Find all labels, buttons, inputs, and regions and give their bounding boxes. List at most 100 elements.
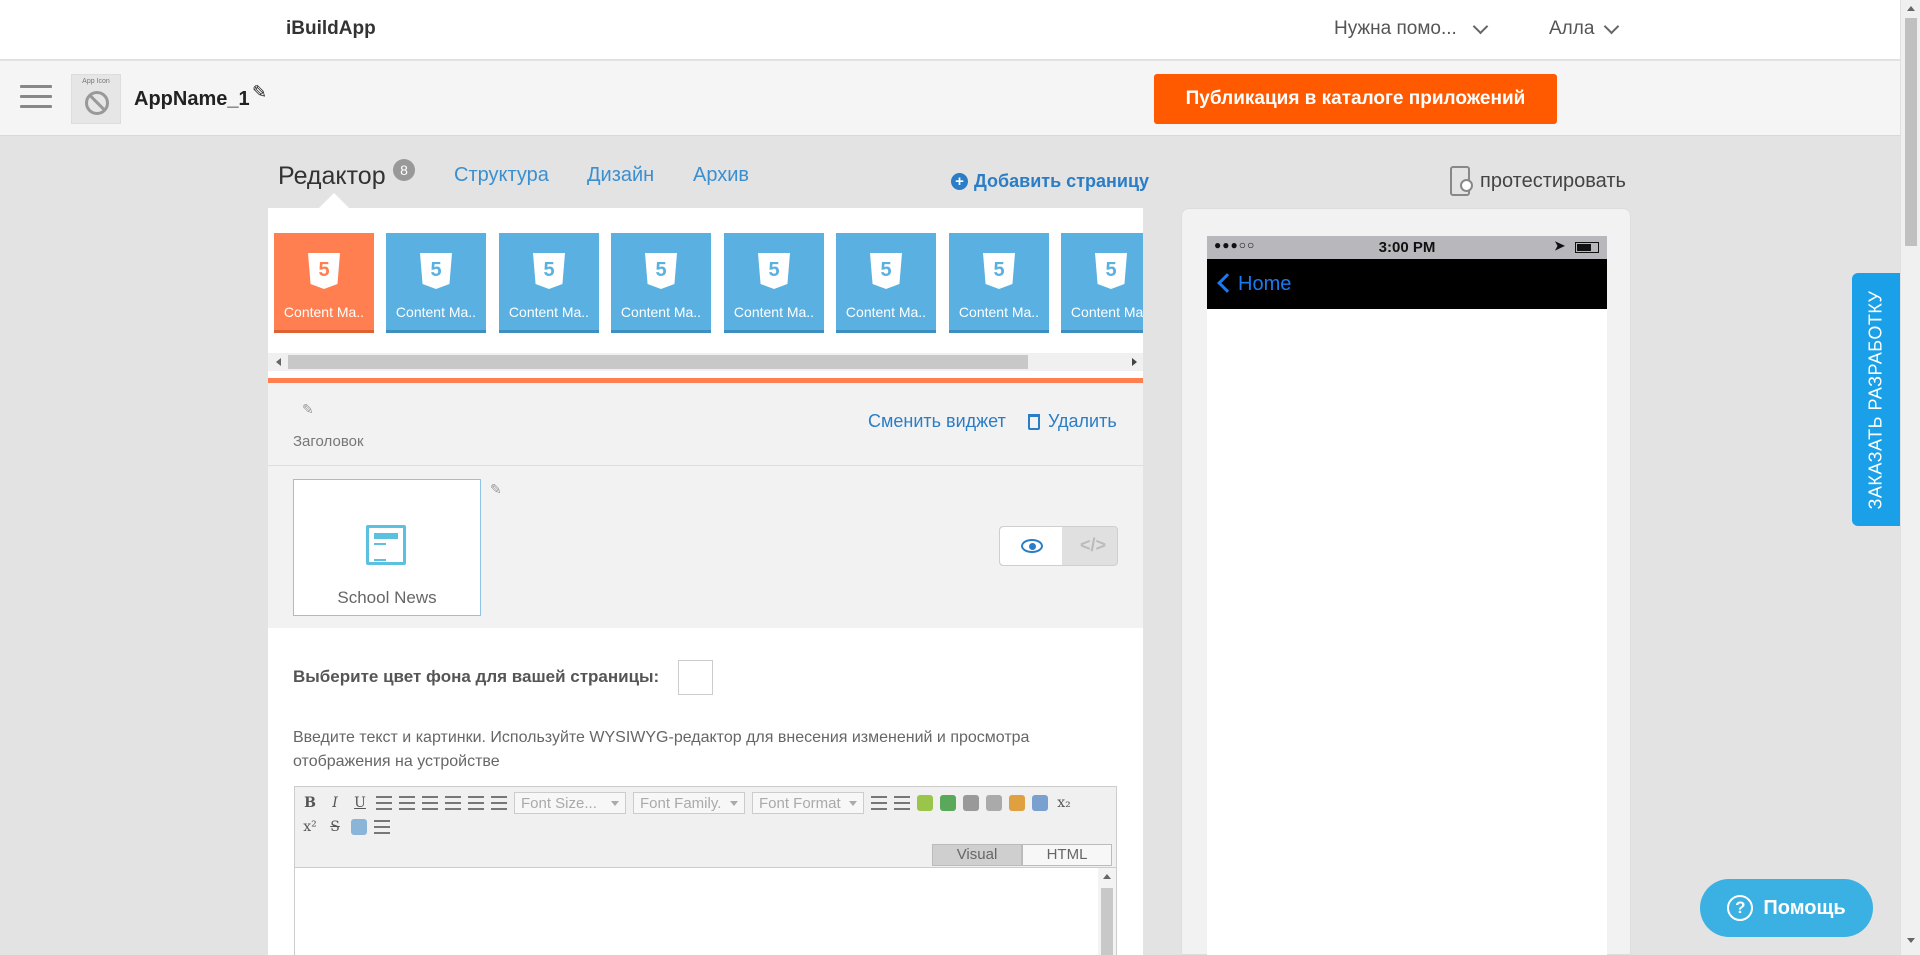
scroll-up-icon[interactable] — [1907, 6, 1915, 11]
tab-html[interactable]: HTML — [1022, 844, 1112, 866]
help-menu[interactable]: Нужна помо... — [1334, 18, 1489, 40]
insert-image-icon[interactable] — [940, 795, 956, 811]
toolbar-row-1: B I U Font Size... Font Family. Font For… — [301, 792, 1073, 814]
order-development-tab[interactable]: ЗАКАЗАТЬ РАЗРАБОТКУ — [1852, 273, 1900, 526]
scroll-down-icon[interactable] — [1907, 938, 1915, 943]
underline-button[interactable]: U — [351, 794, 369, 812]
ordered-list-icon[interactable] — [468, 796, 484, 810]
active-tab-pointer — [318, 193, 350, 209]
scroll-left-icon[interactable] — [276, 358, 281, 366]
edit-image-icon[interactable] — [917, 795, 933, 811]
add-page-label: Добавить страницу — [974, 171, 1150, 191]
page-thumb[interactable]: 5 Content Ma.. — [1061, 233, 1143, 333]
change-widget-link[interactable]: Сменить виджет — [868, 411, 1006, 432]
tab-visual[interactable]: Visual — [932, 844, 1022, 866]
indent-icon[interactable] — [894, 796, 910, 810]
page-thumb[interactable]: 5 Content Ma.. — [949, 233, 1049, 333]
page-thumb[interactable]: 5 Content Ma.. — [611, 233, 711, 333]
edit-card-icon[interactable]: ✎ — [490, 481, 502, 498]
school-news-card[interactable]: School News — [293, 479, 481, 616]
bg-color-picker[interactable] — [678, 660, 713, 695]
html5-icon: 5 — [420, 253, 452, 289]
bold-button[interactable]: B — [301, 794, 319, 812]
html5-icon: 5 — [533, 253, 565, 289]
html5-icon: 5 — [645, 253, 677, 289]
page-thumb[interactable]: 5 Content Ma.. — [386, 233, 486, 333]
clear-format-icon[interactable] — [351, 819, 367, 835]
add-page-button[interactable]: + Добавить страницу — [951, 171, 1149, 192]
editor-help-text: Введите текст и картинки. Используйте WY… — [293, 729, 1030, 770]
page-scrollbar[interactable] — [1900, 0, 1920, 955]
italic-button[interactable]: I — [326, 794, 344, 812]
code-icon[interactable]: </> — [1080, 535, 1106, 556]
edit-app-name-icon[interactable]: ✎ — [252, 82, 267, 103]
app-icon[interactable]: App Icon — [71, 74, 121, 124]
unlink-icon[interactable] — [986, 795, 1002, 811]
tab-structure[interactable]: Структура — [454, 164, 549, 187]
align-justify-icon[interactable] — [445, 796, 461, 810]
horizontal-rule-icon[interactable] — [374, 820, 390, 834]
tab-editor[interactable]: Редактор — [278, 162, 386, 191]
strikethrough-button[interactable]: S — [326, 818, 344, 836]
scrollbar-thumb[interactable] — [288, 355, 1028, 369]
back-chevron-icon[interactable] — [1217, 273, 1237, 293]
tab-archive[interactable]: Архив — [693, 164, 749, 187]
html5-icon: 5 — [308, 253, 340, 289]
publish-button[interactable]: Публикация в каталоге приложений — [1154, 74, 1557, 124]
superscript-button[interactable]: x² — [301, 818, 319, 836]
nav-back-label[interactable]: Home — [1238, 273, 1291, 296]
unordered-list-icon[interactable] — [491, 796, 507, 810]
scrollbar-thumb[interactable] — [1905, 18, 1917, 246]
link-icon[interactable] — [963, 795, 979, 811]
editor-content-area[interactable] — [295, 867, 1116, 955]
thumbnails-scrollbar[interactable] — [268, 353, 1143, 371]
page-thumb-label: Content Ma.. — [958, 304, 1040, 320]
editor-scrollbar[interactable] — [1098, 868, 1116, 955]
hamburger-menu-icon[interactable] — [20, 85, 52, 109]
font-format-select[interactable]: Font Format — [752, 792, 864, 814]
app-name: AppName_1 — [134, 88, 250, 110]
subscript-button[interactable]: x₂ — [1055, 794, 1073, 812]
align-center-icon[interactable] — [399, 796, 415, 810]
page-thumb[interactable]: 5 Content Ma.. — [724, 233, 824, 333]
page-thumb-label: Content Ma.. — [283, 304, 365, 320]
align-right-icon[interactable] — [422, 796, 438, 810]
page-thumb-label: Content Ma.. — [845, 304, 927, 320]
user-menu[interactable]: Алла — [1549, 18, 1620, 40]
scrollbar-thumb[interactable] — [1101, 888, 1113, 955]
toolbar-row-2: x² S — [301, 818, 390, 836]
app-icon-label: App Icon — [82, 78, 110, 85]
page-thumb[interactable]: 5 Content Ma.. — [274, 233, 374, 333]
app-bar: App Icon AppName_1 ✎ Публикация в катало… — [0, 61, 1900, 136]
preview-toggle-option[interactable] — [1000, 527, 1062, 565]
chart-icon[interactable] — [1032, 795, 1048, 811]
font-family-select[interactable]: Font Family. — [633, 792, 745, 814]
wysiwyg-editor: B I U Font Size... Font Family. Font For… — [294, 786, 1117, 955]
view-code-toggle[interactable]: </> — [999, 526, 1118, 566]
align-left-icon[interactable] — [376, 796, 392, 810]
newspaper-icon — [366, 525, 406, 565]
page-thumb[interactable]: 5 Content Ma.. — [499, 233, 599, 333]
page-thumb[interactable]: 5 Content Ma.. — [836, 233, 936, 333]
scroll-right-icon[interactable] — [1132, 358, 1137, 366]
delete-widget-link[interactable]: Удалить — [1028, 411, 1117, 432]
section-divider — [268, 465, 1143, 466]
bg-color-label: Выберите цвет фона для вашей страницы: — [293, 667, 660, 686]
phone-nav-bar: Home — [1207, 259, 1607, 309]
battery-icon — [1575, 242, 1599, 253]
color-palette-icon[interactable] — [1009, 795, 1025, 811]
location-arrow-icon: ➤ — [1554, 238, 1565, 253]
scroll-up-icon[interactable] — [1103, 874, 1111, 879]
news-card-label: School News — [337, 588, 437, 607]
order-development-label: ЗАКАЗАТЬ РАЗРАБОТКУ — [1865, 290, 1886, 509]
page-thumb-label: Content Ma.. — [395, 304, 477, 320]
font-size-select[interactable]: Font Size... — [514, 792, 626, 814]
help-button[interactable]: ? Помощь — [1700, 879, 1873, 937]
edit-title-icon[interactable]: ✎ — [302, 401, 314, 418]
brand-logo[interactable]: iBuildApp — [286, 18, 376, 40]
chevron-down-icon — [1604, 18, 1620, 34]
outdent-icon[interactable] — [871, 796, 887, 810]
test-app-link[interactable]: протестировать — [1450, 166, 1626, 196]
tab-design[interactable]: Дизайн — [587, 164, 654, 187]
editor-mode-tabs: Visual HTML — [932, 844, 1112, 866]
